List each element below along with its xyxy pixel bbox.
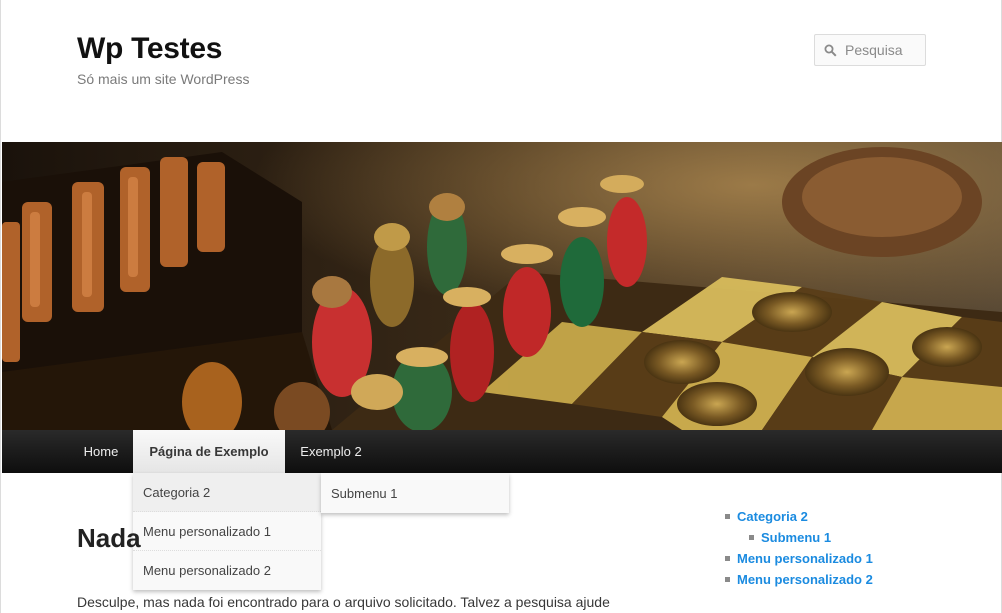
page-title: Nada [77, 523, 141, 553]
sidebar-menu-widget: Categoria 2 Submenu 1 Menu personalizado… [723, 506, 873, 590]
search-placeholder: Pesquisa [845, 42, 903, 58]
sidebar-link-menu-personalizado-2[interactable]: Menu personalizado 2 [723, 569, 873, 590]
sidebar-link-menu-personalizado-1[interactable]: Menu personalizado 1 [723, 548, 873, 569]
sidebar-link-submenu-1[interactable]: Submenu 1 [723, 527, 873, 548]
sidebar-link-categoria-2[interactable]: Categoria 2 [723, 506, 873, 527]
search-input[interactable]: Pesquisa [814, 34, 926, 66]
nav-item-exemplo-2[interactable]: Exemplo 2 [285, 430, 377, 473]
page: Wp Testes Só mais um site WordPress Pesq… [0, 0, 1002, 613]
dropdown-item-submenu-1[interactable]: Submenu 1 [321, 473, 509, 513]
nav-item-home[interactable]: Home [68, 430, 134, 473]
site-title[interactable]: Wp Testes [77, 32, 222, 66]
main-navigation: Home Página de Exemplo Exemplo 2 [2, 430, 1002, 473]
header-banner-image [2, 142, 1002, 430]
nav-item-pagina-de-exemplo[interactable]: Página de Exemplo [133, 430, 285, 473]
dropdown-item-menu-personalizado-1[interactable]: Menu personalizado 1 [133, 512, 321, 551]
search-icon [824, 44, 837, 57]
dropdown-item-categoria-2[interactable]: Categoria 2 [133, 473, 321, 512]
dropdown-item-menu-personalizado-2[interactable]: Menu personalizado 2 [133, 551, 321, 590]
nav-dropdown-menu: Categoria 2 Menu personalizado 1 Menu pe… [133, 473, 321, 590]
entry-text: Desculpe, mas nada foi encontrado para o… [77, 594, 610, 610]
site-description: Só mais um site WordPress [77, 71, 250, 87]
